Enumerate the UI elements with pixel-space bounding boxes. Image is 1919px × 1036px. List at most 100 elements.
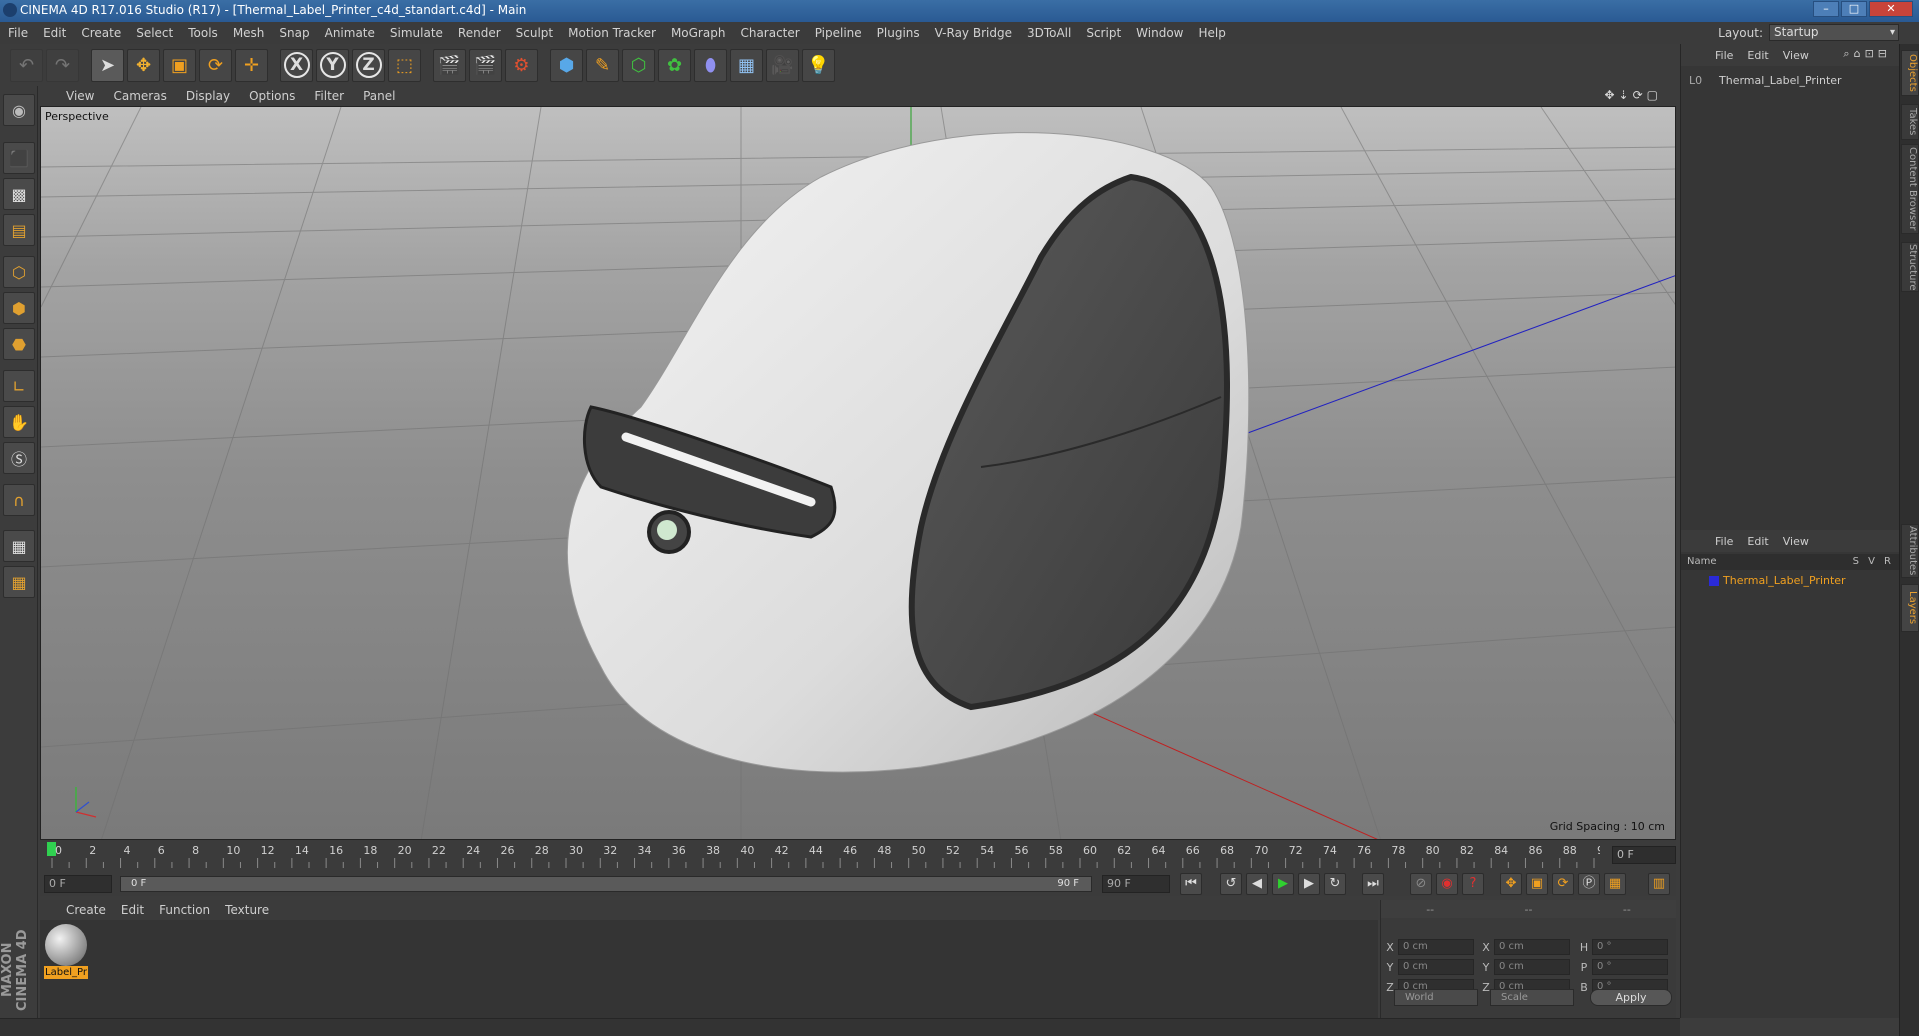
make-editable-icon[interactable]: ◉ — [3, 94, 35, 126]
coordinate-space-dropdown[interactable]: World — [1394, 989, 1478, 1006]
right-tab-structure[interactable]: Structure — [1901, 242, 1919, 292]
layer-menu-file[interactable]: File — [1715, 535, 1733, 548]
key-pla-icon[interactable]: ▦ — [1604, 873, 1626, 895]
coord-value-field[interactable]: 0 cm — [1494, 959, 1570, 975]
timeline-ruler[interactable]: 0 2 4 6 8 10 12 14 16 18 20 22 24 26 28 30 32 34 36 38 40 42 4… — [40, 840, 1676, 872]
polygons-mode-icon[interactable]: ⬣ — [3, 328, 35, 360]
render-view-icon[interactable]: 🎬 — [433, 48, 466, 82]
right-tab-takes[interactable]: Takes — [1901, 104, 1919, 140]
next-key-icon[interactable]: ↻ — [1324, 873, 1346, 895]
apply-button[interactable]: Apply — [1590, 989, 1672, 1006]
coord-value-field[interactable]: 0 cm — [1398, 939, 1474, 955]
material-menu-create[interactable]: Create — [66, 903, 106, 917]
viewport-menu-cameras[interactable]: Cameras — [113, 89, 166, 103]
coord-value-field[interactable]: 0 ° — [1592, 939, 1668, 955]
menu-sculpt[interactable]: Sculpt — [516, 26, 553, 40]
menu-animate[interactable]: Animate — [325, 26, 375, 40]
right-tab-attributes[interactable]: Attributes — [1901, 524, 1919, 578]
material-swatch[interactable]: Label_Pr — [44, 924, 88, 979]
cube-icon[interactable]: ⬢ — [550, 48, 583, 82]
maximize-button[interactable]: □ — [1841, 1, 1867, 17]
layer-menu-view[interactable]: View — [1783, 535, 1809, 548]
menu-motion-tracker[interactable]: Motion Tracker — [568, 26, 656, 40]
menu-mesh[interactable]: Mesh — [233, 26, 265, 40]
menu-v-ray-bridge[interactable]: V-Ray Bridge — [935, 26, 1012, 40]
coordinate-system-icon[interactable]: ⬚ — [388, 48, 421, 82]
key-scale-icon[interactable]: ▣ — [1526, 873, 1548, 895]
model-mode-icon[interactable]: ⬛ — [3, 142, 35, 174]
play-icon[interactable]: ▶ — [1272, 873, 1294, 895]
undo-icon[interactable]: ↶ — [10, 48, 43, 82]
menu-window[interactable]: Window — [1136, 26, 1183, 40]
render-settings-icon[interactable]: ⚙ — [505, 48, 538, 82]
coord-value-field[interactable]: 0 ° — [1592, 959, 1668, 975]
go-to-start-icon[interactable]: ⏮ — [1180, 873, 1202, 895]
menu-script[interactable]: Script — [1086, 26, 1121, 40]
axis-mode-icon[interactable]: ∟ — [3, 370, 35, 402]
subdivision-icon[interactable]: ⬡ — [622, 48, 655, 82]
menu-help[interactable]: Help — [1198, 26, 1225, 40]
key-rotation-icon[interactable]: ⟳ — [1552, 873, 1574, 895]
minimize-button[interactable]: – — [1813, 1, 1839, 17]
material-menu-texture[interactable]: Texture — [225, 903, 269, 917]
previous-frame-icon[interactable]: ◀ — [1246, 873, 1268, 895]
solo-icon[interactable]: Ⓢ — [3, 442, 35, 474]
key-parameter-icon[interactable]: Ⓟ — [1578, 873, 1600, 895]
select-arrow-icon[interactable]: ➤ — [91, 48, 124, 82]
object-menu-view[interactable]: View — [1783, 49, 1809, 62]
scale-icon[interactable]: ▣ — [163, 48, 196, 82]
end-frame-field[interactable]: 90 F — [1102, 875, 1170, 893]
transform-mode-dropdown[interactable]: Scale — [1490, 989, 1574, 1006]
current-frame-field[interactable]: 0 F — [1612, 846, 1676, 864]
next-frame-icon[interactable]: ▶ — [1298, 873, 1320, 895]
x-axis-icon[interactable]: X — [280, 48, 313, 82]
keyframe-selection-icon[interactable]: ? — [1462, 873, 1484, 895]
material-menu-function[interactable]: Function — [159, 903, 210, 917]
lock-workplane-icon[interactable]: ▦ — [3, 530, 35, 562]
workplane-icon[interactable]: ▤ — [3, 214, 35, 246]
menu-plugins[interactable]: Plugins — [877, 26, 920, 40]
previous-key-icon[interactable]: ↺ — [1220, 873, 1242, 895]
object-menu-file[interactable]: File — [1715, 49, 1733, 62]
render-picture-viewer-icon[interactable]: 🎬 — [469, 48, 502, 82]
layer-menu-edit[interactable]: Edit — [1747, 535, 1768, 548]
menu-create[interactable]: Create — [81, 26, 121, 40]
viewport-menu-options[interactable]: Options — [249, 89, 295, 103]
record-keys-icon[interactable]: ⊘ — [1410, 873, 1432, 895]
viewport-menu-filter[interactable]: Filter — [314, 89, 344, 103]
array-icon[interactable]: ✿ — [658, 48, 691, 82]
menu-character[interactable]: Character — [740, 26, 799, 40]
snap-icon[interactable]: ∩ — [3, 484, 35, 516]
menu-simulate[interactable]: Simulate — [390, 26, 443, 40]
edges-mode-icon[interactable]: ⬢ — [3, 292, 35, 324]
camera-icon[interactable]: 🎥 — [766, 48, 799, 82]
right-tab-objects[interactable]: Objects — [1901, 50, 1919, 96]
menu-snap[interactable]: Snap — [279, 26, 309, 40]
viewport-menu-panel[interactable]: Panel — [363, 89, 395, 103]
viewport-nav-icons[interactable]: ✥⇣⟳▢ — [1604, 88, 1662, 102]
material-menu-edit[interactable]: Edit — [121, 903, 144, 917]
light-icon[interactable]: 💡 — [802, 48, 835, 82]
menu-mograph[interactable]: MoGraph — [671, 26, 726, 40]
deformer-icon[interactable]: ⬮ — [694, 48, 727, 82]
layout-dropdown[interactable]: Startup — [1769, 24, 1899, 41]
floor-icon[interactable]: ▦ — [730, 48, 763, 82]
pen-spline-icon[interactable]: ✎ — [586, 48, 619, 82]
rotate-icon[interactable]: ⟳ — [199, 48, 232, 82]
menu-edit[interactable]: Edit — [43, 26, 66, 40]
move-icon[interactable]: ✥ — [127, 48, 160, 82]
planar-workplane-icon[interactable]: ▦ — [3, 566, 35, 598]
close-button[interactable]: ✕ — [1869, 1, 1913, 17]
menu-file[interactable]: File — [8, 26, 28, 40]
menu-select[interactable]: Select — [136, 26, 173, 40]
live-transform-icon[interactable]: ✛ — [235, 48, 268, 82]
viewport-menu-display[interactable]: Display — [186, 89, 230, 103]
right-tab-content-browser[interactable]: Content Browser — [1901, 144, 1919, 234]
right-tab-layers[interactable]: Layers — [1901, 584, 1919, 632]
viewport[interactable]: Perspective Grid Spacing : 10 cm — [40, 106, 1676, 840]
timeline-window-icon[interactable]: ▥ — [1648, 873, 1670, 895]
menu-3dtoall[interactable]: 3DToAll — [1027, 26, 1071, 40]
start-frame-field[interactable]: 0 F — [44, 875, 112, 893]
menu-render[interactable]: Render — [458, 26, 501, 40]
object-search-icons[interactable]: ⌕⌂⊡⊟ — [1843, 47, 1891, 61]
